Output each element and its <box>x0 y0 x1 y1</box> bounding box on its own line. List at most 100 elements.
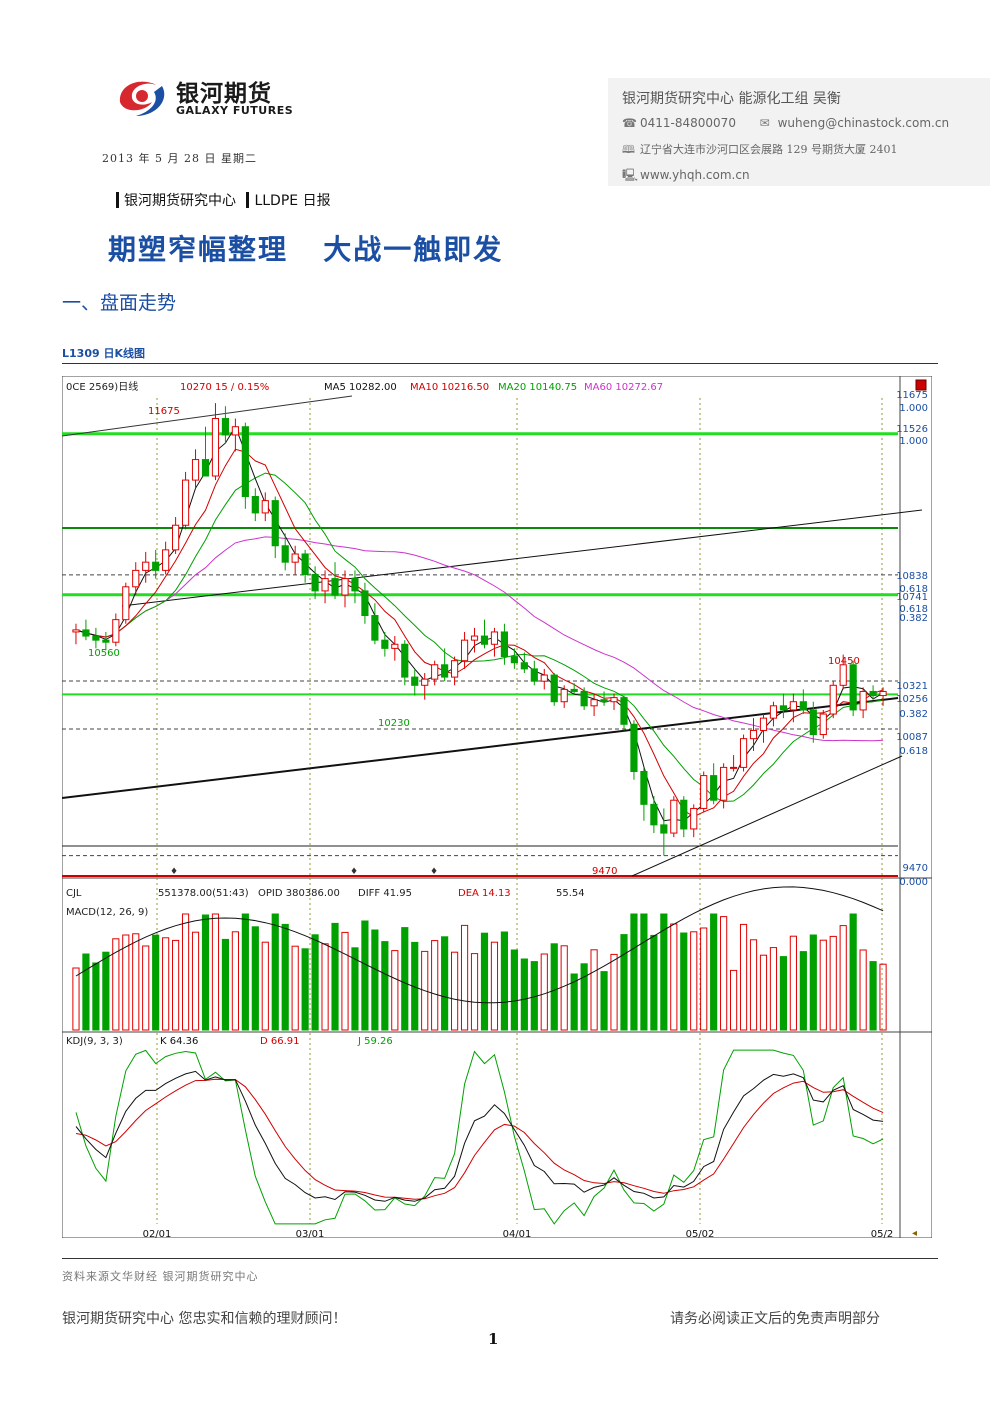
candle-body <box>710 775 718 801</box>
ma20-label: MA20 10140.75 <box>498 382 577 393</box>
macd-label: MACD(12, 26, 9) <box>66 907 148 918</box>
kline-chart: 0CE 2569)日线 10270 15 / 0.15% MA5 10282.00 M… <box>62 376 932 1238</box>
x-axis-label: 03/01 <box>296 1229 325 1238</box>
candle-body <box>371 615 379 641</box>
candle-body <box>590 699 598 707</box>
candle-body <box>739 738 748 768</box>
kdj-label: KDJ(9, 3, 3) <box>66 1036 123 1047</box>
contact-web-line: 🖳 www.yhqh.com.cn <box>622 166 750 187</box>
candle-body <box>530 668 538 682</box>
candle-body <box>600 699 608 703</box>
computer-icon: 🖳 <box>622 168 639 182</box>
data-source: 资料来源文华财经 银河期货研究中心 <box>62 1270 259 1283</box>
candle-body <box>759 717 768 731</box>
contact-org: 银河期货研究中心 能源化工组 吴衡 <box>622 91 841 107</box>
breadcrumb-part2: LLDPE 日报 <box>254 193 331 209</box>
volume-bar <box>550 943 558 1031</box>
report-title: 期塑窄幅整理 大战一触即发 <box>108 233 504 266</box>
candle-body <box>630 723 638 772</box>
contact-box: 银河期货研究中心 能源化工组 吴衡 ☎ 0411-84800070 ✉ wuheng… <box>608 78 990 186</box>
logo-text-en: GALAXY FUTURES <box>176 104 294 117</box>
volume-bar <box>102 951 110 1031</box>
ma10-label: MA10 10216.50 <box>410 382 489 393</box>
volume-bar <box>710 913 718 1031</box>
volume-bar <box>92 962 100 1031</box>
page-number: 1 <box>488 1330 499 1348</box>
candle-body <box>221 418 230 436</box>
x-axis-label: 05/02 <box>686 1229 715 1238</box>
price-annotation: 10450 <box>828 656 860 667</box>
candle-body <box>749 729 758 740</box>
candle-body <box>809 709 817 736</box>
volume-bar <box>381 941 389 1031</box>
volume-bar <box>779 956 788 1031</box>
divider <box>62 1258 938 1259</box>
volume-bar <box>251 926 259 1031</box>
candle-body <box>351 578 359 592</box>
volume-bar <box>311 934 319 1031</box>
candle-body <box>451 660 459 678</box>
candle-body <box>201 459 210 477</box>
candle-body <box>421 678 429 686</box>
divider <box>62 363 938 364</box>
candle-body <box>690 807 698 830</box>
axis-label: 10321 <box>896 681 928 692</box>
candle-body <box>520 662 528 670</box>
axis-label: 0.382 <box>899 613 928 624</box>
candle-body <box>829 684 837 715</box>
candle-body <box>859 690 867 711</box>
volume-bar <box>630 913 638 1031</box>
candle-body <box>720 766 728 801</box>
footer-slogan: 银河期货研究中心 您忠实和信赖的理财顾问！ <box>62 1311 347 1327</box>
x-axis-label: 05/2 <box>871 1229 893 1238</box>
candle-body <box>401 643 409 678</box>
phone-icon: ☎ <box>622 116 637 130</box>
candle-body <box>381 639 389 649</box>
candle-body <box>152 561 160 571</box>
candle-body <box>82 629 90 637</box>
candle-body <box>142 561 150 571</box>
kdj-j-label: J 59.26 <box>357 1036 393 1047</box>
candle-body <box>680 799 688 830</box>
candle-body <box>162 549 170 571</box>
candle-body <box>92 635 100 641</box>
volume-bar <box>510 949 518 1031</box>
candle-body <box>391 643 399 649</box>
candle-body <box>650 803 658 826</box>
candle-body <box>769 705 778 719</box>
volume-bar <box>271 913 279 1031</box>
breadcrumb: 银河期货研究中心 LLDPE 日报 <box>116 190 331 210</box>
axis-label: 0.618 <box>899 746 928 757</box>
price-annotation: 11675 <box>148 406 180 417</box>
contact-phone-line: ☎ 0411-84800070 ✉ wuheng@chinastock.com.cn <box>622 116 949 130</box>
candle-body <box>879 690 887 697</box>
axis-label: 10741 <box>896 592 928 603</box>
candle-body <box>311 573 319 592</box>
candle-body <box>570 688 578 692</box>
candle-body <box>480 635 489 645</box>
candle-body <box>241 426 249 498</box>
volume-bar <box>650 934 658 1031</box>
volume-bar <box>500 931 509 1031</box>
volume-bar <box>301 948 309 1031</box>
candle-body <box>291 553 299 563</box>
contact-email[interactable]: wuheng@chinastock.com.cn <box>778 116 949 130</box>
candle-body <box>819 713 827 736</box>
candle-body <box>72 629 80 633</box>
candle-body <box>849 664 857 711</box>
marker-icon: ♦ <box>170 867 178 877</box>
candle-body <box>700 775 708 809</box>
contact-website[interactable]: www.yhqh.com.cn <box>640 168 750 182</box>
axis-label: 10256 <box>896 694 928 705</box>
candle-body <box>361 590 369 617</box>
price-annotation: 10560 <box>88 648 120 659</box>
candle-body <box>660 824 668 834</box>
contact-address: 辽宁省大连市沙河口区会展路 129 号期货大厦 2401 <box>640 143 898 156</box>
axis-label: 0.000 <box>899 877 928 888</box>
breadcrumb-bar <box>116 192 119 208</box>
volume-bar <box>640 913 648 1031</box>
x-axis-label: 04/01 <box>503 1229 532 1238</box>
contact-address-line: 🕮 辽宁省大连市沙河口区会展路 129 号期货大厦 2401 <box>622 141 897 160</box>
axis-label: 0.382 <box>899 709 928 720</box>
diff-label: DIFF 41.95 <box>358 888 412 899</box>
